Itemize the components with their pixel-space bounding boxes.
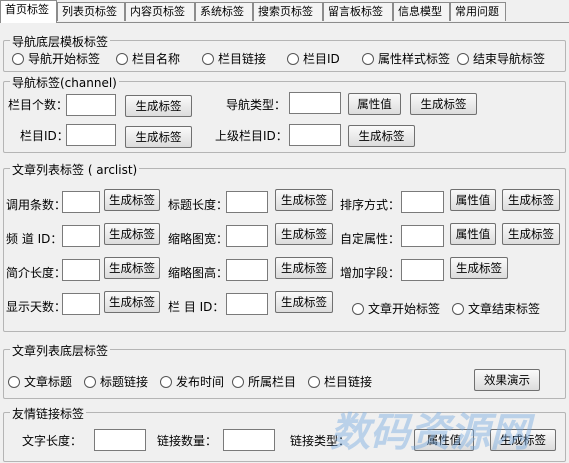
demo-button[interactable]: 效果演示 bbox=[474, 369, 540, 391]
thumb-height-label: 缩略图高： bbox=[168, 266, 229, 280]
channel-id-label: 频 道 ID： bbox=[6, 232, 63, 246]
title-len-input[interactable] bbox=[226, 191, 268, 213]
radio-col-link[interactable]: 栏目链接 bbox=[202, 52, 266, 66]
radio-parent-column[interactable]: 所属栏目 bbox=[232, 375, 296, 389]
attr-value-button[interactable]: 属性值 bbox=[450, 189, 496, 211]
attr-value-button[interactable]: 属性值 bbox=[450, 223, 496, 245]
tab-content[interactable]: 内容页标签 bbox=[125, 2, 195, 21]
thumb-width-label: 缩略图宽： bbox=[168, 232, 229, 246]
call-count-label: 调用条数： bbox=[6, 198, 67, 212]
radio-circle-icon bbox=[308, 376, 320, 388]
add-field-label: 增加字段： bbox=[340, 266, 401, 280]
radio-article-title[interactable]: 文章标题 bbox=[8, 375, 72, 389]
arclist-title: 文章列表标签 ( arclist) bbox=[10, 161, 140, 178]
col-id-input[interactable] bbox=[66, 124, 116, 146]
radio-circle-icon bbox=[287, 53, 299, 65]
gen-tag-button[interactable]: 生成标签 bbox=[502, 223, 560, 245]
radio-circle-icon bbox=[202, 53, 214, 65]
radio-circle-icon bbox=[84, 376, 96, 388]
radio-circle-icon bbox=[457, 53, 469, 65]
gen-tag-button[interactable]: 生成标签 bbox=[348, 125, 415, 147]
link-count-input[interactable] bbox=[223, 429, 275, 451]
nav-type-label: 导航类型： bbox=[226, 98, 287, 112]
radio-circle-icon bbox=[8, 376, 20, 388]
gen-tag-button[interactable]: 生成标签 bbox=[450, 257, 508, 279]
radio-publish-time[interactable]: 发布时间 bbox=[160, 375, 224, 389]
radio-article-start[interactable]: 文章开始标签 bbox=[352, 302, 440, 316]
thumb-width-input[interactable] bbox=[226, 225, 268, 247]
col-count-input[interactable] bbox=[66, 94, 116, 116]
channel-id-input[interactable] bbox=[62, 225, 100, 247]
text-length-label: 文字长度： bbox=[22, 434, 83, 448]
gen-tag-button[interactable]: 生成标签 bbox=[275, 189, 333, 211]
radio-circle-icon bbox=[232, 376, 244, 388]
thumb-height-input[interactable] bbox=[226, 259, 268, 281]
radio-circle-icon bbox=[160, 376, 172, 388]
custom-attr-input[interactable] bbox=[401, 225, 444, 247]
tab-guestbook[interactable]: 留言板标签 bbox=[323, 2, 393, 21]
arclist-bottom-title: 文章列表底层标签 bbox=[10, 342, 111, 359]
gen-tag-button[interactable]: 生成标签 bbox=[275, 291, 333, 313]
intro-len-label: 简介长度： bbox=[6, 266, 67, 280]
days-input[interactable] bbox=[62, 293, 100, 315]
radio-col-name[interactable]: 栏目名称 bbox=[116, 52, 180, 66]
tab-list[interactable]: 列表页标签 bbox=[57, 2, 125, 21]
radio-circle-icon bbox=[362, 53, 374, 65]
radio-circle-icon bbox=[452, 303, 464, 315]
days-label: 显示天数： bbox=[6, 300, 67, 314]
gen-tag-button[interactable]: 生成标签 bbox=[410, 93, 477, 115]
call-count-input[interactable] bbox=[62, 191, 100, 213]
radio-article-end[interactable]: 文章结束标签 bbox=[452, 302, 540, 316]
arclist-group: 文章列表标签 ( arclist) 调用条数： 生成标签 标题长度： 生成标签 … bbox=[3, 161, 566, 332]
radio-nav-start[interactable]: 导航开始标签 bbox=[12, 52, 100, 66]
radio-circle-icon bbox=[352, 303, 364, 315]
col-count-label: 栏目个数： bbox=[8, 98, 69, 112]
gen-tag-button[interactable]: 生成标签 bbox=[125, 95, 192, 117]
nav-channel-title: 导航标签(channel) bbox=[10, 74, 119, 91]
radio-attr-style[interactable]: 属性样式标签 bbox=[362, 52, 450, 66]
gen-tag-button[interactable]: 生成标签 bbox=[104, 223, 160, 245]
link-count-label: 链接数量： bbox=[157, 434, 218, 448]
tab-search[interactable]: 搜索页标签 bbox=[253, 2, 323, 21]
arclist-bottom-group: 文章列表底层标签 文章标题 标题链接 发布时间 所属栏目 栏目链接 效果演示 bbox=[3, 342, 566, 399]
radio-nav-end[interactable]: 结束导航标签 bbox=[457, 52, 545, 66]
gen-tag-button[interactable]: 生成标签 bbox=[104, 257, 160, 279]
gen-tag-button[interactable]: 生成标签 bbox=[275, 223, 333, 245]
watermark-text: 数码资源网 bbox=[330, 410, 530, 456]
text-length-input[interactable] bbox=[94, 429, 146, 451]
radio-col-id[interactable]: 栏目ID bbox=[287, 52, 340, 66]
radio-circle-icon bbox=[12, 53, 24, 65]
tab-info-model[interactable]: 信息模型 bbox=[393, 2, 450, 21]
radio-title-link[interactable]: 标题链接 bbox=[84, 375, 148, 389]
nav-channel-group: 导航标签(channel) 栏目个数： 生成标签 导航类型： 属性值 生成标签 … bbox=[3, 74, 566, 153]
tab-system[interactable]: 系统标签 bbox=[195, 2, 253, 21]
radio-column-link[interactable]: 栏目链接 bbox=[308, 375, 372, 389]
tab-faq[interactable]: 常用问题 bbox=[450, 2, 506, 21]
col-id-input[interactable] bbox=[226, 293, 268, 315]
custom-attr-label: 自定属性： bbox=[340, 232, 401, 246]
friendlink-title: 友情链接标签 bbox=[10, 405, 87, 422]
radio-circle-icon bbox=[116, 53, 128, 65]
parent-id-input[interactable] bbox=[289, 124, 341, 146]
gen-tag-button[interactable]: 生成标签 bbox=[275, 257, 333, 279]
col-id-label: 栏 目 ID： bbox=[168, 300, 225, 314]
order-label: 排序方式： bbox=[340, 198, 401, 212]
nav-bottom-title: 导航底层模板标签 bbox=[10, 33, 111, 50]
attr-value-button[interactable]: 属性值 bbox=[348, 93, 401, 115]
gen-tag-button[interactable]: 生成标签 bbox=[104, 189, 160, 211]
title-len-label: 标题长度： bbox=[168, 198, 229, 212]
gen-tag-button[interactable]: 生成标签 bbox=[125, 126, 192, 148]
parent-id-label: 上级栏目ID： bbox=[215, 129, 288, 143]
tab-bar: 首页标签 列表页标签 内容页标签 系统标签 搜索页标签 留言板标签 信息模型 常… bbox=[0, 0, 569, 23]
intro-len-input[interactable] bbox=[62, 259, 100, 281]
nav-bottom-group: 导航底层模板标签 导航开始标签 栏目名称 栏目链接 栏目ID 属性样式标签 结束… bbox=[3, 33, 566, 72]
tab-home[interactable]: 首页标签 bbox=[0, 0, 57, 23]
gen-tag-button[interactable]: 生成标签 bbox=[104, 291, 160, 313]
order-input[interactable] bbox=[401, 191, 444, 213]
nav-type-input[interactable] bbox=[289, 92, 341, 114]
col-id-label: 栏目ID： bbox=[20, 129, 69, 143]
gen-tag-button[interactable]: 生成标签 bbox=[502, 189, 560, 211]
add-field-input[interactable] bbox=[401, 259, 444, 281]
